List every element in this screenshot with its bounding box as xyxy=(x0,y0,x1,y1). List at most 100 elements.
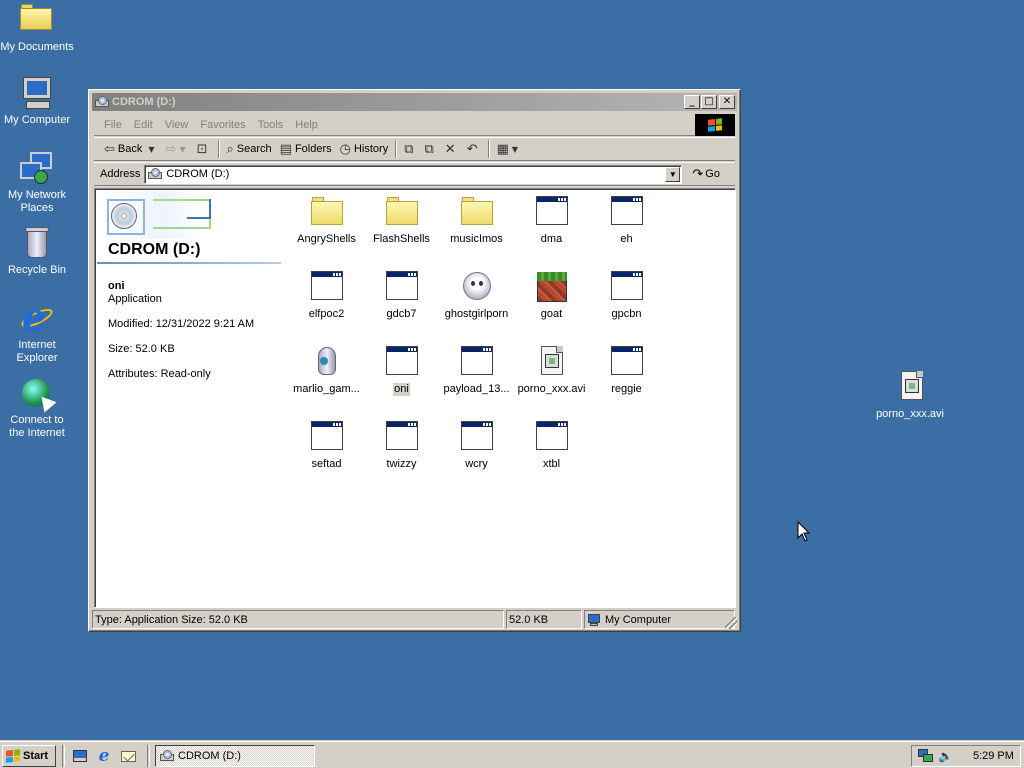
clock[interactable]: 5:29 PM xyxy=(973,750,1014,762)
folder-documents-icon xyxy=(20,4,54,38)
cdrom-icon xyxy=(148,168,163,180)
search-button[interactable]: ⌕ Search xyxy=(223,138,276,160)
resize-grip[interactable] xyxy=(725,617,737,629)
selection-details: oni Application Modified: 12/31/2022 9:2… xyxy=(108,280,254,381)
file-item[interactable]: AngryShells xyxy=(289,195,364,246)
desktop-icon-label: Recycle Bin xyxy=(7,264,67,276)
address-label: Address xyxy=(100,168,141,180)
file-label: xtbl xyxy=(542,458,561,470)
views-button[interactable]: ▦ ▼ xyxy=(493,138,525,160)
file-item[interactable]: FlashShells xyxy=(364,195,439,246)
file-item[interactable]: payload_13... xyxy=(439,345,514,396)
desktop-icon-label: My Computer xyxy=(3,114,71,126)
search-icon: ⌕ xyxy=(226,141,234,157)
file-item[interactable]: gpcbn xyxy=(589,270,664,321)
history-button[interactable]: ◷ History xyxy=(336,138,393,160)
desktop-file-porno-avi[interactable]: porno_xxx.avi xyxy=(868,370,952,420)
toolbar-grip xyxy=(147,745,150,767)
file-item[interactable]: porno_xxx.avi xyxy=(514,345,589,396)
file-item-selected[interactable]: oni xyxy=(364,345,439,396)
back-button[interactable]: ⇦ Back ▼ xyxy=(100,138,162,160)
desktop-icon-my-documents[interactable]: My Documents xyxy=(0,4,77,54)
menu-favorites[interactable]: Favorites xyxy=(194,119,251,131)
network-connection-icon[interactable] xyxy=(918,749,934,763)
minimize-button[interactable]: _ xyxy=(684,95,700,109)
file-item[interactable]: twizzy xyxy=(364,420,439,471)
application-icon xyxy=(460,420,494,452)
copy-to-icon: ⧉ xyxy=(424,141,434,157)
title-bar[interactable]: CDROM (D:) _ □ ✕ xyxy=(92,93,737,111)
file-item[interactable]: ghostgirlporn xyxy=(439,270,514,321)
standard-toolbar: ⇦ Back ▼ ⇨ ▼ ⊡ ⌕ Search ▤ Folders ◷ Hist… xyxy=(94,137,735,161)
up-folder-button[interactable]: ⊡ xyxy=(193,138,215,160)
taskbar-button-cdrom[interactable]: CDROM (D:) xyxy=(155,745,315,767)
go-label: Go xyxy=(705,168,720,180)
file-item[interactable]: marlio_gam... xyxy=(289,345,364,396)
forward-button[interactable]: ⇨ ▼ xyxy=(162,138,193,160)
show-desktop-icon[interactable] xyxy=(71,747,89,765)
file-item[interactable]: goat xyxy=(514,270,589,321)
file-item[interactable]: elfpoc2 xyxy=(289,270,364,321)
file-item[interactable]: eh xyxy=(589,195,664,246)
address-dropdown-button[interactable]: ▼ xyxy=(665,166,681,182)
toolbar-separator xyxy=(217,140,220,158)
menu-edit[interactable]: Edit xyxy=(128,119,159,131)
menu-tools[interactable]: Tools xyxy=(252,119,290,131)
maximize-button[interactable]: □ xyxy=(701,95,717,109)
volume-icon[interactable]: 🔈 xyxy=(938,749,953,763)
views-icon: ▦ xyxy=(496,141,509,157)
file-item[interactable]: seftad xyxy=(289,420,364,471)
cdrom-icon xyxy=(160,750,174,762)
toolbar-grip xyxy=(62,745,65,767)
file-item[interactable]: xtbl xyxy=(514,420,589,471)
file-label: porno_xxx.avi xyxy=(517,383,586,395)
desktop-icon-my-computer[interactable]: My Computer xyxy=(0,77,77,127)
file-item[interactable]: reggie xyxy=(589,345,664,396)
start-button[interactable]: Start xyxy=(2,745,56,767)
copy-to-button[interactable]: ⧉ xyxy=(421,138,441,160)
selected-attributes: Attributes: Read-only xyxy=(108,368,211,380)
toolbar-separator xyxy=(395,140,398,158)
delete-button[interactable]: ✕ xyxy=(441,138,463,160)
selected-modified: Modified: 12/31/2022 9:21 AM xyxy=(108,318,255,330)
status-bar: Type: Application Size: 52.0 KB 52.0 KB … xyxy=(92,610,737,629)
pane-title: CDROM (D:) xyxy=(108,241,201,258)
outlook-express-icon[interactable] xyxy=(119,747,137,765)
menu-help[interactable]: Help xyxy=(289,119,324,131)
file-label: musicImos xyxy=(450,233,503,245)
chevron-down-icon: ▼ xyxy=(668,169,677,179)
folders-icon: ▤ xyxy=(279,141,292,157)
desktop-icon-network-places[interactable]: My Network Places xyxy=(0,152,77,215)
start-label: Start xyxy=(23,750,49,762)
menu-view[interactable]: View xyxy=(159,119,195,131)
file-item[interactable]: dma xyxy=(514,195,589,246)
folder-view: CDROM (D:) oni Application Modified: 12/… xyxy=(94,188,736,608)
file-item[interactable]: wcry xyxy=(439,420,514,471)
close-button[interactable]: ✕ xyxy=(719,95,735,109)
file-label: eh xyxy=(620,233,633,245)
undo-button[interactable]: ↶ xyxy=(463,138,485,160)
file-label: gpcbn xyxy=(611,308,642,320)
move-to-icon: ⧉ xyxy=(404,141,414,157)
desktop-icon-internet-explorer[interactable]: e Internet Explorer xyxy=(0,298,77,365)
address-input[interactable]: CDROM (D:) ▼ xyxy=(144,164,683,184)
delete-icon: ✕ xyxy=(444,141,456,157)
move-to-button[interactable]: ⧉ xyxy=(400,138,420,160)
application-icon xyxy=(535,420,569,452)
up-folder-icon: ⊡ xyxy=(196,141,208,157)
back-label: Back xyxy=(117,143,143,155)
internet-explorer-icon[interactable]: e xyxy=(95,746,113,766)
file-item[interactable]: gdcb7 xyxy=(364,270,439,321)
selected-size: Size: 52.0 KB xyxy=(108,343,175,355)
desktop-file-label: porno_xxx.avi xyxy=(876,408,944,420)
desktop-icon-recycle-bin[interactable]: Recycle Bin xyxy=(0,227,77,277)
desktop-icon-connect-internet[interactable]: Connect to the Internet xyxy=(0,377,77,440)
file-label: AngryShells xyxy=(297,233,356,245)
file-item[interactable]: musicImos xyxy=(439,195,514,246)
folders-button[interactable]: ▤ Folders xyxy=(276,138,336,160)
go-button[interactable]: ↷ Go xyxy=(692,166,720,182)
application-icon xyxy=(610,270,644,302)
status-zone-label: My Computer xyxy=(605,613,672,626)
menu-file[interactable]: File xyxy=(98,119,128,131)
chevron-down-icon: ▼ xyxy=(148,144,155,154)
